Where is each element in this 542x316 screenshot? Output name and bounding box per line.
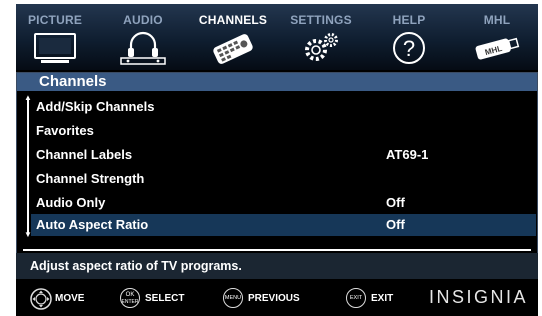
question-icon: ?: [393, 32, 425, 64]
previous-label: PREVIOUS: [248, 293, 300, 304]
tab-picture[interactable]: PICTURE: [20, 4, 90, 70]
tab-help[interactable]: HELP ?: [374, 4, 444, 70]
select-label: SELECT: [145, 293, 185, 304]
menu-item-value: Off: [386, 217, 405, 232]
menu-item-add-skip-channels[interactable]: Add/Skip Channels: [31, 96, 536, 118]
menu-icon-text: MENU: [224, 295, 242, 301]
channels-panel: Channels ▲ ▼ Add/Skip Channels Favorites…: [16, 72, 538, 270]
help-bar: Adjust aspect ratio of TV programs.: [16, 253, 538, 279]
scrollbar[interactable]: [27, 97, 29, 235]
menu-item-value: AT69-1: [386, 147, 429, 162]
panel-title-bar: Channels: [17, 73, 537, 91]
headphones-icon: [120, 31, 166, 65]
tab-settings[interactable]: SETTINGS: [286, 4, 356, 70]
tab-settings-label: SETTINGS: [290, 13, 352, 27]
remote-control-icon: [213, 34, 253, 64]
menu-item-label: Channel Labels: [36, 147, 133, 162]
brand-logo: INSIGNIA: [429, 287, 529, 307]
tab-channels-label: CHANNELS: [198, 13, 268, 27]
menu-item-label: Audio Only: [36, 195, 106, 210]
tab-picture-label: PICTURE: [27, 13, 83, 27]
menu-item-favorites[interactable]: Favorites: [31, 120, 536, 142]
menu-item-label: Add/Skip Channels: [36, 99, 155, 114]
exit-label: EXIT: [371, 293, 394, 304]
exit-icon-text: EXIT: [349, 295, 363, 301]
gears-icon: [305, 33, 338, 61]
menu-item-label: Auto Aspect Ratio: [36, 217, 149, 232]
tab-audio-label: AUDIO: [123, 13, 163, 27]
menu-item-label: Favorites: [36, 123, 94, 138]
ok-enter-icon: [120, 288, 140, 308]
menu-item-channel-labels[interactable]: Channel Labels AT69-1: [31, 144, 536, 166]
dpad-icon: [30, 288, 52, 310]
tab-help-label: HELP: [392, 13, 426, 27]
mhl-cable-icon: MHL: [475, 37, 520, 60]
tv-menu-screen: PICTURE AUDIO CHANNELS SETTINGS HELP ? M…: [16, 4, 538, 316]
enter-text: ENTER: [121, 299, 139, 305]
menu-item-audio-only[interactable]: Audio Only Off: [31, 192, 536, 214]
tv-icon: [34, 33, 76, 63]
footer-bar: MOVE OK ENTER SELECT MENU PREVIOUS EXIT …: [16, 282, 538, 316]
help-text: Adjust aspect ratio of TV programs.: [30, 259, 242, 273]
menu-tab-bar: PICTURE AUDIO CHANNELS SETTINGS HELP ? M…: [16, 4, 538, 70]
menu-item-channel-strength[interactable]: Channel Strength: [31, 168, 536, 190]
panel-title: Channels: [39, 73, 107, 90]
menu-item-auto-aspect-ratio[interactable]: Auto Aspect Ratio Off: [31, 214, 536, 236]
tab-mhl-label: MHL: [483, 13, 511, 27]
ok-text: OK: [125, 292, 135, 298]
menu-item-value: Off: [386, 195, 405, 210]
move-label: MOVE: [55, 293, 85, 304]
menu-item-label: Channel Strength: [36, 171, 145, 186]
tab-audio[interactable]: AUDIO: [108, 4, 178, 70]
tab-mhl[interactable]: MHL MHL: [462, 4, 532, 70]
svg-text:?: ?: [403, 36, 415, 61]
tab-channels[interactable]: CHANNELS: [198, 4, 268, 70]
panel-divider: [23, 249, 531, 251]
